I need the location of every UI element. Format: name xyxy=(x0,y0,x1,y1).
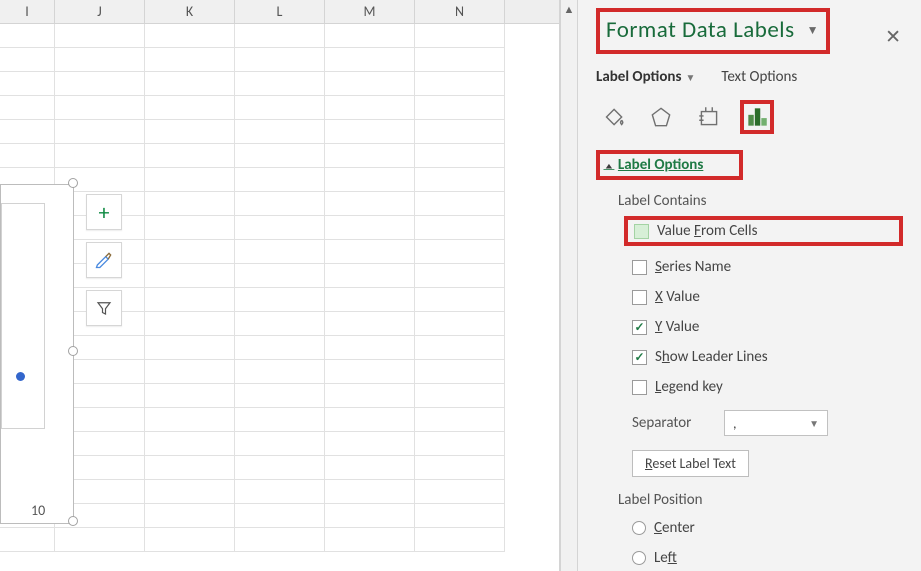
column-header-k[interactable]: K xyxy=(145,0,235,23)
pentagon-icon xyxy=(648,104,674,130)
paintbrush-icon xyxy=(94,250,114,270)
checkbox-label: Legend key xyxy=(655,378,723,396)
checkbox-icon xyxy=(632,380,647,395)
section-title: Label Options xyxy=(618,156,703,174)
checkbox-icon xyxy=(634,224,649,239)
close-pane-button[interactable]: ✕ xyxy=(885,26,901,49)
radio-center[interactable]: Center xyxy=(632,519,903,537)
column-header-i[interactable]: I xyxy=(0,0,55,23)
column-header-row: I J K L M N xyxy=(0,0,559,24)
vertical-scrollbar[interactable]: ▲ xyxy=(560,0,578,571)
checkbox-icon xyxy=(632,350,647,365)
checkbox-label: Show Leader Lines xyxy=(655,348,768,366)
chevron-down-icon: ▼ xyxy=(685,71,695,84)
tab-text-options-text: Text Options xyxy=(721,68,797,86)
checkbox-icon xyxy=(632,320,647,335)
size-properties-icon xyxy=(696,104,722,130)
chart-filters-button[interactable] xyxy=(86,290,122,326)
checkbox-label: X Value xyxy=(655,288,700,306)
chart-elements-button[interactable]: + xyxy=(86,194,122,230)
cell-grid[interactable] xyxy=(0,24,559,571)
chart-plot-area[interactable] xyxy=(1,203,45,429)
radio-label: Center xyxy=(654,519,695,537)
chart-object[interactable]: 10 xyxy=(0,184,74,524)
bar-chart-icon xyxy=(744,104,770,130)
scroll-track[interactable] xyxy=(561,18,577,571)
pane-title-highlight: Format Data Labels ▼ xyxy=(596,8,830,54)
effects-category-icon[interactable] xyxy=(644,100,678,134)
column-header-l[interactable]: L xyxy=(235,0,325,23)
checkbox-label: Value From Cells xyxy=(657,222,757,240)
scroll-up-button[interactable]: ▲ xyxy=(561,0,577,18)
checkbox-icon xyxy=(632,260,647,275)
checkbox-series-name[interactable]: Series Name xyxy=(632,258,903,276)
label-contains-heading: Label Contains xyxy=(618,192,903,210)
checkbox-value-from-cells[interactable]: Value From Cells xyxy=(624,216,903,246)
reset-label-text-button[interactable]: Reset Label Text xyxy=(632,450,749,477)
tab-label-options[interactable]: Label Options ▼ xyxy=(596,68,695,86)
resize-handle-middle[interactable] xyxy=(68,346,78,356)
checkbox-leader-lines[interactable]: Show Leader Lines xyxy=(632,348,903,366)
separator-dropdown[interactable]: , ▼ xyxy=(724,410,828,436)
checkbox-x-value[interactable]: X Value xyxy=(632,288,903,306)
plus-icon: + xyxy=(99,199,110,226)
section-label-options-highlight: ▲ Label Options xyxy=(596,150,743,180)
checkbox-label: Series Name xyxy=(655,258,731,276)
column-header-n[interactable]: N xyxy=(415,0,505,23)
radio-icon xyxy=(632,551,646,565)
radio-left[interactable]: Left xyxy=(632,549,903,567)
separator-label: Separator xyxy=(632,414,712,432)
paint-bucket-icon xyxy=(600,104,626,130)
chevron-down-icon[interactable]: ▼ xyxy=(807,23,819,38)
fill-category-icon[interactable] xyxy=(596,100,630,134)
resize-handle-bottom[interactable] xyxy=(68,516,78,526)
column-header-m[interactable]: M xyxy=(325,0,415,23)
column-header-j[interactable]: J xyxy=(55,0,145,23)
tab-text-options[interactable]: Text Options xyxy=(721,68,797,86)
checkbox-icon xyxy=(632,290,647,305)
radio-icon xyxy=(632,521,646,535)
chart-axis-tick: 10 xyxy=(31,502,45,519)
series-options-category-icon[interactable] xyxy=(740,100,774,134)
section-label-options[interactable]: ▲ Label Options xyxy=(604,156,703,174)
funnel-icon xyxy=(95,299,113,317)
size-category-icon[interactable] xyxy=(692,100,726,134)
pane-title[interactable]: Format Data Labels xyxy=(606,16,795,44)
chart-styles-button[interactable] xyxy=(86,242,122,278)
triangle-down-icon: ▲ xyxy=(604,160,615,170)
tab-label-options-text: Label Options xyxy=(596,68,681,86)
radio-label: Left xyxy=(654,549,677,567)
checkbox-y-value[interactable]: Y Value xyxy=(632,318,903,336)
chevron-down-icon: ▼ xyxy=(809,417,819,430)
format-pane: ✕ Format Data Labels ▼ Label Options ▼ T… xyxy=(578,0,921,571)
label-position-heading: Label Position xyxy=(618,491,903,509)
resize-handle-top[interactable] xyxy=(68,178,78,188)
chart-data-point[interactable] xyxy=(16,372,25,381)
spreadsheet-area: I J K L M N xyxy=(0,0,560,571)
checkbox-label: Y Value xyxy=(655,318,699,336)
checkbox-legend-key[interactable]: Legend key xyxy=(632,378,903,396)
separator-value: , xyxy=(733,415,737,432)
